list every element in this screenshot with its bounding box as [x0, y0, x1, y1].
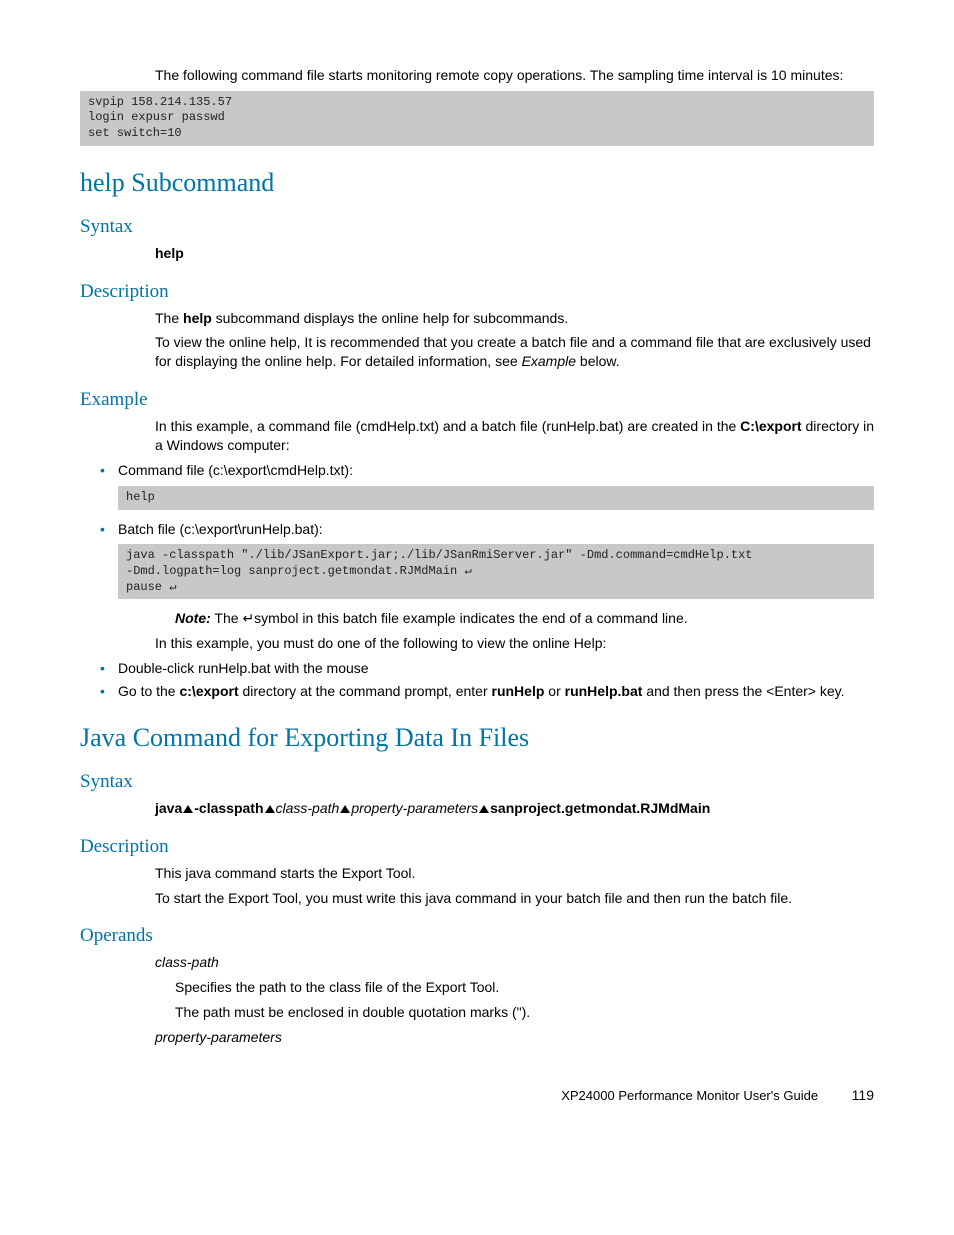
list-item: Double-click runHelp.bat with the mouse — [100, 659, 874, 678]
example-followup: In this example, you must do one of the … — [155, 634, 874, 653]
heading-java-command: Java Command for Exporting Data In Files — [80, 723, 874, 753]
triangle-icon — [479, 805, 489, 813]
desc-paragraph-1: The help subcommand displays the online … — [155, 309, 874, 328]
list-item: Batch file (c:\export\runHelp.bat): java… — [100, 520, 874, 600]
code-block-svpip: svpip 158.214.135.57 login expusr passwd… — [80, 91, 874, 146]
heading-description-2: Description — [80, 836, 874, 858]
java-desc-1: This java command starts the Export Tool… — [155, 864, 874, 883]
operand-class-path: class-path — [155, 953, 874, 972]
heading-example: Example — [80, 389, 874, 411]
heading-help-subcommand: help Subcommand — [80, 168, 874, 198]
page-footer: XP24000 Performance Monitor User's Guide… — [80, 1087, 874, 1103]
list-item: Command file (c:\export\cmdHelp.txt): he… — [100, 461, 874, 509]
heading-operands: Operands — [80, 925, 874, 947]
example-intro: In this example, a command file (cmdHelp… — [155, 417, 874, 455]
operand-class-path-desc1: Specifies the path to the class file of … — [175, 978, 874, 997]
heading-syntax-2: Syntax — [80, 771, 874, 793]
return-icon: ↵ — [242, 610, 254, 626]
syntax-help: help — [155, 244, 874, 263]
note-line: Note: The ↵symbol in this batch file exa… — [175, 609, 874, 628]
desc-paragraph-2: To view the online help, It is recommend… — [155, 333, 874, 371]
heading-description: Description — [80, 281, 874, 303]
heading-syntax: Syntax — [80, 216, 874, 238]
operand-property-parameters: property-parameters — [155, 1028, 874, 1047]
operand-class-path-desc2: The path must be enclosed in double quot… — [175, 1003, 874, 1022]
footer-title: XP24000 Performance Monitor User's Guide — [561, 1088, 818, 1103]
intro-paragraph: The following command file starts monito… — [155, 66, 874, 85]
code-block-java-batch: java -classpath "./lib/JSanExport.jar;./… — [118, 544, 874, 599]
list-item: Go to the c:\export directory at the com… — [100, 682, 874, 701]
triangle-icon — [183, 805, 193, 813]
page-number: 119 — [852, 1087, 874, 1103]
java-desc-2: To start the Export Tool, you must write… — [155, 889, 874, 908]
triangle-icon — [340, 805, 350, 813]
java-syntax-line: java-classpathclass-pathproperty-paramet… — [155, 799, 874, 818]
triangle-icon — [265, 805, 275, 813]
code-block-help: help — [118, 486, 874, 510]
